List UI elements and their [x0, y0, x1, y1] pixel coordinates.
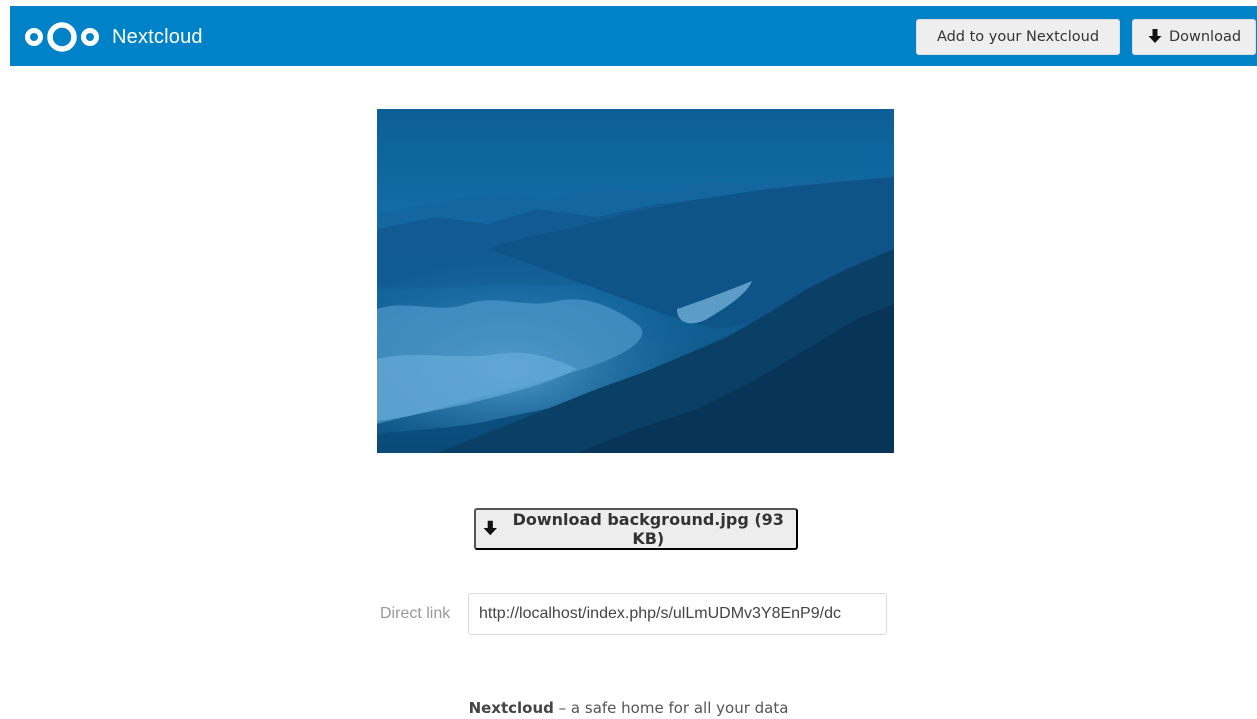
top-header-bar: Nextcloud Add to your Nextcloud Download	[10, 6, 1257, 66]
header-download-label: Download	[1168, 29, 1242, 45]
footer-brand[interactable]: Nextcloud	[469, 699, 554, 717]
footer-tagline: – a safe home for all your data	[553, 699, 789, 717]
download-arrow-icon	[483, 520, 497, 536]
download-arrow-icon	[1148, 29, 1162, 43]
download-file-label: Download background.jpg (93 KB)	[512, 510, 784, 548]
nextcloud-logo-icon[interactable]	[22, 20, 102, 54]
add-to-your-nextcloud-button[interactable]: Add to your Nextcloud	[916, 19, 1120, 55]
header-download-button[interactable]: Download	[1132, 19, 1256, 55]
download-file-button[interactable]: Download background.jpg (93 KB)	[474, 508, 798, 550]
direct-link-input[interactable]	[468, 593, 887, 635]
app-name[interactable]: Nextcloud	[112, 26, 203, 49]
image-preview	[377, 109, 894, 453]
direct-link-label: Direct link	[380, 605, 451, 622]
footer: Nextcloud – a safe home for all your dat…	[0, 699, 1257, 717]
mountain-clouds-preview-image	[377, 109, 894, 453]
add-to-your-nextcloud-label: Add to your Nextcloud	[936, 29, 1100, 45]
